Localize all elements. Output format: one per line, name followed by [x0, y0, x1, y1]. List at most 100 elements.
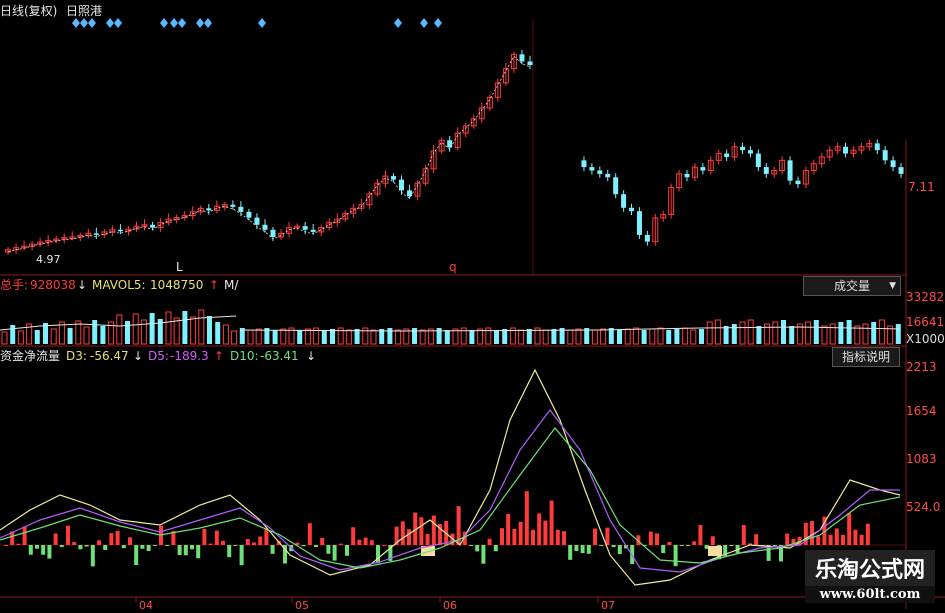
volume-bar-up [395, 329, 402, 345]
volume-bar-down [731, 324, 737, 344]
signal-diamond [114, 18, 122, 28]
signal-diamond [160, 18, 168, 28]
flow-bar-positive [419, 517, 424, 545]
flow-bar-negative [580, 545, 585, 554]
candle-body-down [605, 173, 611, 178]
volume-bar-down [641, 330, 647, 344]
flow-bar-positive [593, 528, 597, 545]
flow-bar-positive [816, 536, 821, 545]
volume-bar-up [165, 311, 172, 345]
candle-body-down [874, 143, 880, 151]
candle-body-down [589, 167, 595, 171]
flow-bar-negative [686, 545, 690, 546]
volume-bar-up [600, 328, 607, 345]
volume-bar-down [838, 322, 844, 344]
flow-bar-negative [673, 545, 678, 567]
candle-body-down [597, 170, 603, 174]
volume-bar-down [149, 313, 155, 344]
mavol-value: 1048750 [150, 278, 204, 292]
volume-bar-up [682, 327, 689, 345]
volume-bar-down [551, 329, 557, 344]
flow-bar-positive [214, 530, 219, 545]
volume-bar-up [419, 329, 426, 345]
candle-body-down [527, 61, 533, 66]
candle-body-down [581, 160, 587, 168]
flow-bar-negative [469, 545, 473, 546]
d10-arrow: ↓ [306, 349, 317, 363]
flow-bar-positive [506, 513, 511, 545]
d5-label: D5: [148, 349, 169, 363]
d10-value: -63.41 [260, 349, 299, 363]
volume-bar-up [477, 328, 484, 345]
volume-bar-down [100, 326, 106, 344]
volume-selector-dropdown[interactable]: 成交量 ▼ [803, 276, 901, 296]
flow-bar-positive [208, 543, 213, 545]
volume-bar-down [182, 311, 188, 344]
volume-bar-down [871, 322, 877, 344]
indicator-help-button[interactable]: 指标说明 [832, 347, 900, 367]
volume-bar-up [173, 317, 180, 345]
candle-body-down [621, 194, 627, 208]
candle-body-down [302, 226, 308, 230]
flow-bar-positive [810, 520, 814, 545]
flow-bar-negative [729, 545, 734, 547]
flow-indicator-title: 资金净流量 [0, 349, 61, 363]
signal-diamond [170, 18, 178, 28]
volume-bar-up [805, 321, 812, 345]
flow-bar-positive [382, 544, 387, 546]
flow-bar-positive [22, 526, 27, 545]
volume-bar-down [469, 330, 475, 344]
volume-value: 928038 [30, 278, 76, 292]
candle-body-down [724, 153, 730, 157]
watermark-url: www.60lt.com [804, 586, 935, 603]
volume-bar-up [591, 329, 598, 345]
flow-bar-positive [859, 534, 864, 545]
candle-body-down [700, 167, 706, 171]
flow-bar-negative [617, 545, 622, 555]
flow-bar-positive [245, 538, 250, 545]
flow-bar-negative [493, 545, 498, 552]
volume-axis-mid: 16641 [906, 315, 945, 329]
flow-bar-positive [828, 534, 833, 545]
volume-bar-down [846, 320, 852, 344]
signal-diamond [204, 18, 212, 28]
volume-bar-up [690, 329, 697, 345]
flow-bar-negative [90, 545, 95, 567]
volume-bar-down [608, 328, 614, 344]
volume-bar-down [207, 316, 212, 344]
flow-bar-negative [611, 545, 616, 548]
flow-bar-positive [537, 513, 542, 545]
flow-bar-negative [165, 545, 170, 546]
signal-diamond [420, 18, 428, 28]
volume-selector-label: 成交量 [833, 279, 870, 293]
flow-bar-negative [568, 545, 573, 560]
volume-bar-up [518, 329, 525, 345]
volume-bar-up [17, 330, 24, 345]
candle-body-down [644, 234, 650, 242]
candle-body-down [636, 211, 642, 235]
flow-bar-negative [78, 545, 83, 550]
signal-diamond [394, 18, 402, 28]
flow-bar-positive [320, 537, 325, 545]
volume-bar-down [895, 324, 901, 344]
flow-bar-negative [84, 545, 89, 547]
volume-bar-down [789, 326, 795, 344]
flow-bar-negative [679, 545, 684, 546]
volume-bar-down [297, 330, 303, 344]
signal-diamond [88, 18, 96, 28]
flow-bar-negative [177, 545, 182, 556]
flow-bar-negative [152, 545, 157, 546]
flow-bar-positive [338, 543, 343, 545]
candle-body-down [747, 150, 753, 154]
volume-bar-down [494, 330, 499, 344]
candle-body-down [882, 150, 888, 161]
volume-bar-down [444, 330, 450, 344]
flow-bar-negative [586, 545, 591, 554]
flow-bar-negative [326, 545, 331, 554]
volume-label: 总手: [0, 278, 29, 292]
volume-bar-down [125, 321, 130, 344]
flow-bar-positive [853, 529, 858, 545]
candle-body-down [684, 173, 690, 178]
signal-diamond [258, 18, 266, 28]
candle-body-down [390, 176, 396, 180]
